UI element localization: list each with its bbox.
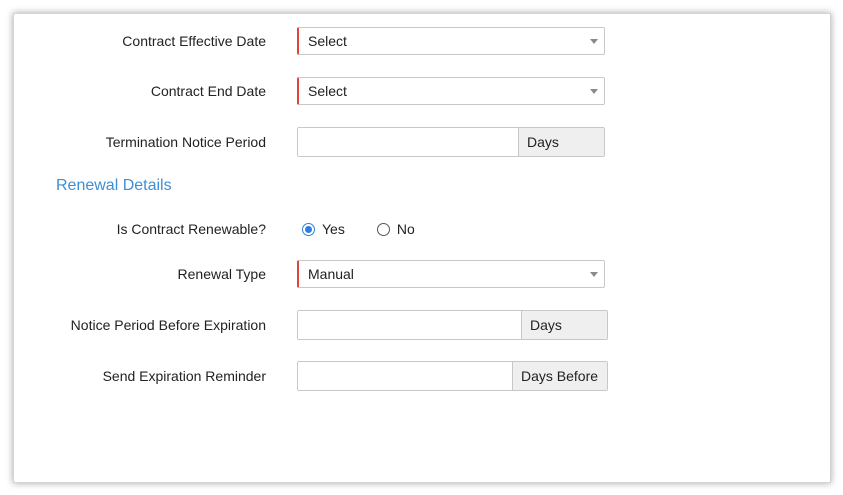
caret-down-icon (590, 272, 598, 277)
notice-period-before-expiration-label: Notice Period Before Expiration (70, 317, 266, 333)
renewal-details-heading: Renewal Details (56, 177, 172, 194)
contract-effective-date-value: Select (308, 33, 347, 49)
send-expiration-reminder-row: Send Expiration Reminder Days Before (14, 361, 830, 391)
send-expiration-reminder-label: Send Expiration Reminder (102, 368, 266, 384)
send-expiration-reminder-unit: Days Before (512, 362, 607, 390)
renewable-yes-option[interactable]: Yes (302, 221, 345, 237)
renewable-yes-label: Yes (322, 221, 345, 237)
termination-notice-period-label: Termination Notice Period (105, 134, 266, 150)
renewal-type-select[interactable]: Manual (297, 260, 605, 288)
renewal-type-row: Renewal Type Manual (14, 259, 830, 289)
contract-form-panel: Contract Effective Date Select Contract … (13, 13, 831, 483)
contract-effective-date-row: Contract Effective Date Select (14, 26, 830, 56)
termination-notice-period-group: Days (297, 127, 605, 157)
termination-notice-period-input[interactable] (298, 128, 518, 156)
caret-down-icon (590, 89, 598, 94)
contract-end-date-select[interactable]: Select (297, 77, 605, 105)
termination-notice-period-row: Termination Notice Period Days (14, 127, 830, 157)
is-contract-renewable-row: Is Contract Renewable? Yes No (14, 214, 830, 244)
notice-period-before-expiration-group: Days (297, 310, 608, 340)
renewable-no-label: No (396, 221, 415, 237)
termination-notice-period-unit: Days (518, 128, 604, 156)
is-contract-renewable-label: Is Contract Renewable? (116, 221, 266, 237)
notice-period-before-expiration-row: Notice Period Before Expiration Days (14, 310, 830, 340)
notice-period-before-expiration-input[interactable] (298, 311, 521, 339)
notice-period-before-expiration-unit: Days (521, 311, 607, 339)
contract-end-date-value: Select (308, 83, 347, 99)
renewal-type-label: Renewal Type (177, 266, 266, 282)
renewable-no-radio[interactable] (376, 222, 390, 236)
contract-effective-date-label: Contract Effective Date (122, 33, 266, 49)
contract-end-date-row: Contract End Date Select (14, 76, 830, 106)
renewable-no-option[interactable]: No (376, 221, 415, 237)
renewal-type-value: Manual (308, 266, 354, 282)
contract-end-date-label: Contract End Date (150, 83, 266, 99)
contract-effective-date-select[interactable]: Select (297, 27, 605, 55)
renewable-yes-radio[interactable] (302, 222, 315, 236)
send-expiration-reminder-group: Days Before (297, 361, 608, 391)
caret-down-icon (590, 39, 598, 44)
send-expiration-reminder-input[interactable] (298, 362, 512, 390)
renewable-radio-group: Yes No (302, 214, 447, 244)
